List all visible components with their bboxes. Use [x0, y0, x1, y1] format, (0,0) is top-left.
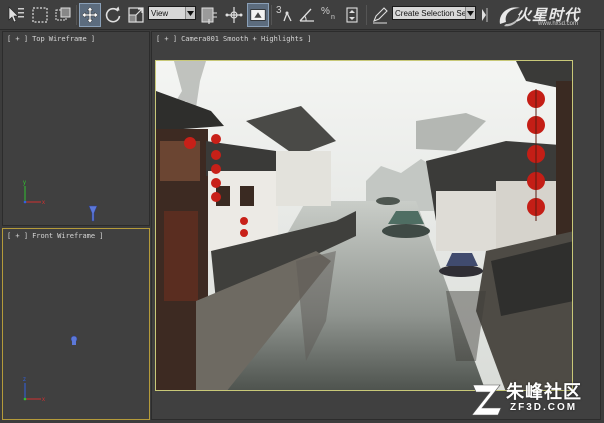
watermark-chinese-text: 朱峰社区 — [506, 382, 582, 403]
angle-snap-toggle-button[interactable] — [296, 3, 318, 27]
viewport-menu-bracket[interactable]: [ + ] — [7, 35, 28, 43]
viewport-shading-mode[interactable]: Smooth + Highlights ] — [223, 35, 312, 43]
select-and-scale-button[interactable] — [125, 3, 147, 27]
spinner-snap-toggle-button[interactable] — [341, 3, 363, 27]
axis-tripod-icon: z x — [23, 377, 45, 403]
main-toolbar: View 3 % n Create Selection Se 火星时代 www.… — [0, 0, 604, 30]
select-and-move-button[interactable] — [79, 3, 101, 27]
3ds-max-window: View 3 % n Create Selection Se 火星时代 www.… — [0, 0, 604, 423]
scale-icon — [128, 7, 144, 23]
manipulate-icon — [225, 7, 243, 23]
viewport-camera[interactable]: [ + ] Camera001 Smooth + Highlights ] — [151, 31, 601, 420]
pencil-icon — [373, 7, 388, 24]
pivot-center-icon — [201, 7, 217, 24]
axis-z-label: z — [23, 377, 26, 383]
window-crossing-icon — [55, 7, 71, 21]
zf3d-z-logo-icon — [471, 384, 502, 416]
keyboard-override-icon — [250, 9, 266, 21]
percent-snap-label: % — [321, 6, 330, 17]
chevron-down-icon — [185, 7, 195, 19]
angle-snap-icon — [299, 8, 314, 22]
axis-x-label: x — [42, 200, 45, 206]
percent-snap-toggle-button[interactable]: % n — [318, 3, 340, 27]
viewport-top[interactable]: [ + ] Top Wireframe ] y x — [2, 31, 150, 226]
water-town-canal-scene — [156, 61, 572, 390]
toolbar-separator — [366, 5, 367, 25]
hxsd-logo: 火星时代 www.hxsd.com — [490, 2, 602, 29]
rotate-icon — [105, 6, 121, 23]
viewport-front-label[interactable]: [ + ] Front Wireframe ] — [7, 232, 108, 240]
viewport-shading-mode[interactable]: Wireframe ] — [49, 35, 95, 43]
select-arrow-icon — [8, 6, 24, 23]
viewport-camera-label[interactable]: [ + ] Camera001 Smooth + Highlights ] — [156, 35, 316, 43]
camera-object-icon[interactable] — [87, 204, 99, 224]
axis-tripod-icon: y x — [23, 180, 45, 206]
keyboard-shortcut-override-button[interactable] — [247, 3, 269, 27]
viewport-menu-bracket[interactable]: [ + ] — [156, 35, 177, 43]
named-selection-set-value: Create Selection Se — [395, 8, 465, 18]
percent-snap-sublabel: n — [331, 14, 335, 21]
toolbar-separator — [271, 5, 272, 25]
viewport-view-name[interactable]: Camera001 — [181, 35, 219, 43]
axis-x-label: x — [42, 397, 45, 403]
named-selection-set-dropdown[interactable]: Create Selection Se — [392, 6, 476, 20]
viewport-menu-bracket[interactable]: [ + ] — [7, 232, 28, 240]
reference-coordinate-system-value: View — [151, 8, 169, 18]
viewport-front[interactable]: [ + ] Front Wireframe ] z x — [2, 228, 150, 420]
watermark-english-text: ZF3D.COM — [510, 402, 578, 413]
reference-coordinate-system-dropdown[interactable]: View — [148, 6, 196, 20]
viewport-top-label[interactable]: [ + ] Top Wireframe ] — [7, 35, 99, 43]
viewport-view-name[interactable]: Front — [32, 232, 53, 240]
axis-y-label: y — [23, 180, 26, 186]
safe-frame-render-region — [155, 60, 573, 391]
move-icon — [81, 6, 99, 24]
toolbar-separator — [76, 5, 77, 25]
select-and-manipulate-button[interactable] — [223, 3, 245, 27]
edit-named-selection-sets-button[interactable] — [369, 3, 391, 27]
viewport-view-name[interactable]: Top — [32, 35, 45, 43]
viewport-shading-mode[interactable]: Wireframe ] — [57, 232, 103, 240]
camera-object-icon[interactable] — [67, 333, 81, 347]
snaps-toggle-button[interactable]: 3 — [274, 3, 296, 27]
chevron-down-icon — [465, 7, 475, 19]
select-object-button[interactable] — [4, 3, 28, 27]
use-pivot-point-button[interactable] — [198, 3, 220, 27]
spinner-snap-icon — [346, 7, 358, 23]
select-by-name-button[interactable] — [29, 3, 51, 27]
rectangle-selection-icon — [32, 7, 48, 23]
logo-url: www.hxsd.com — [538, 21, 579, 27]
window-crossing-button[interactable] — [52, 3, 74, 27]
zf3d-watermark: 朱峰社区 ZF3D.COM — [470, 378, 600, 420]
snaps-toggle-label: 3 — [276, 5, 282, 16]
select-and-rotate-button[interactable] — [102, 3, 124, 27]
